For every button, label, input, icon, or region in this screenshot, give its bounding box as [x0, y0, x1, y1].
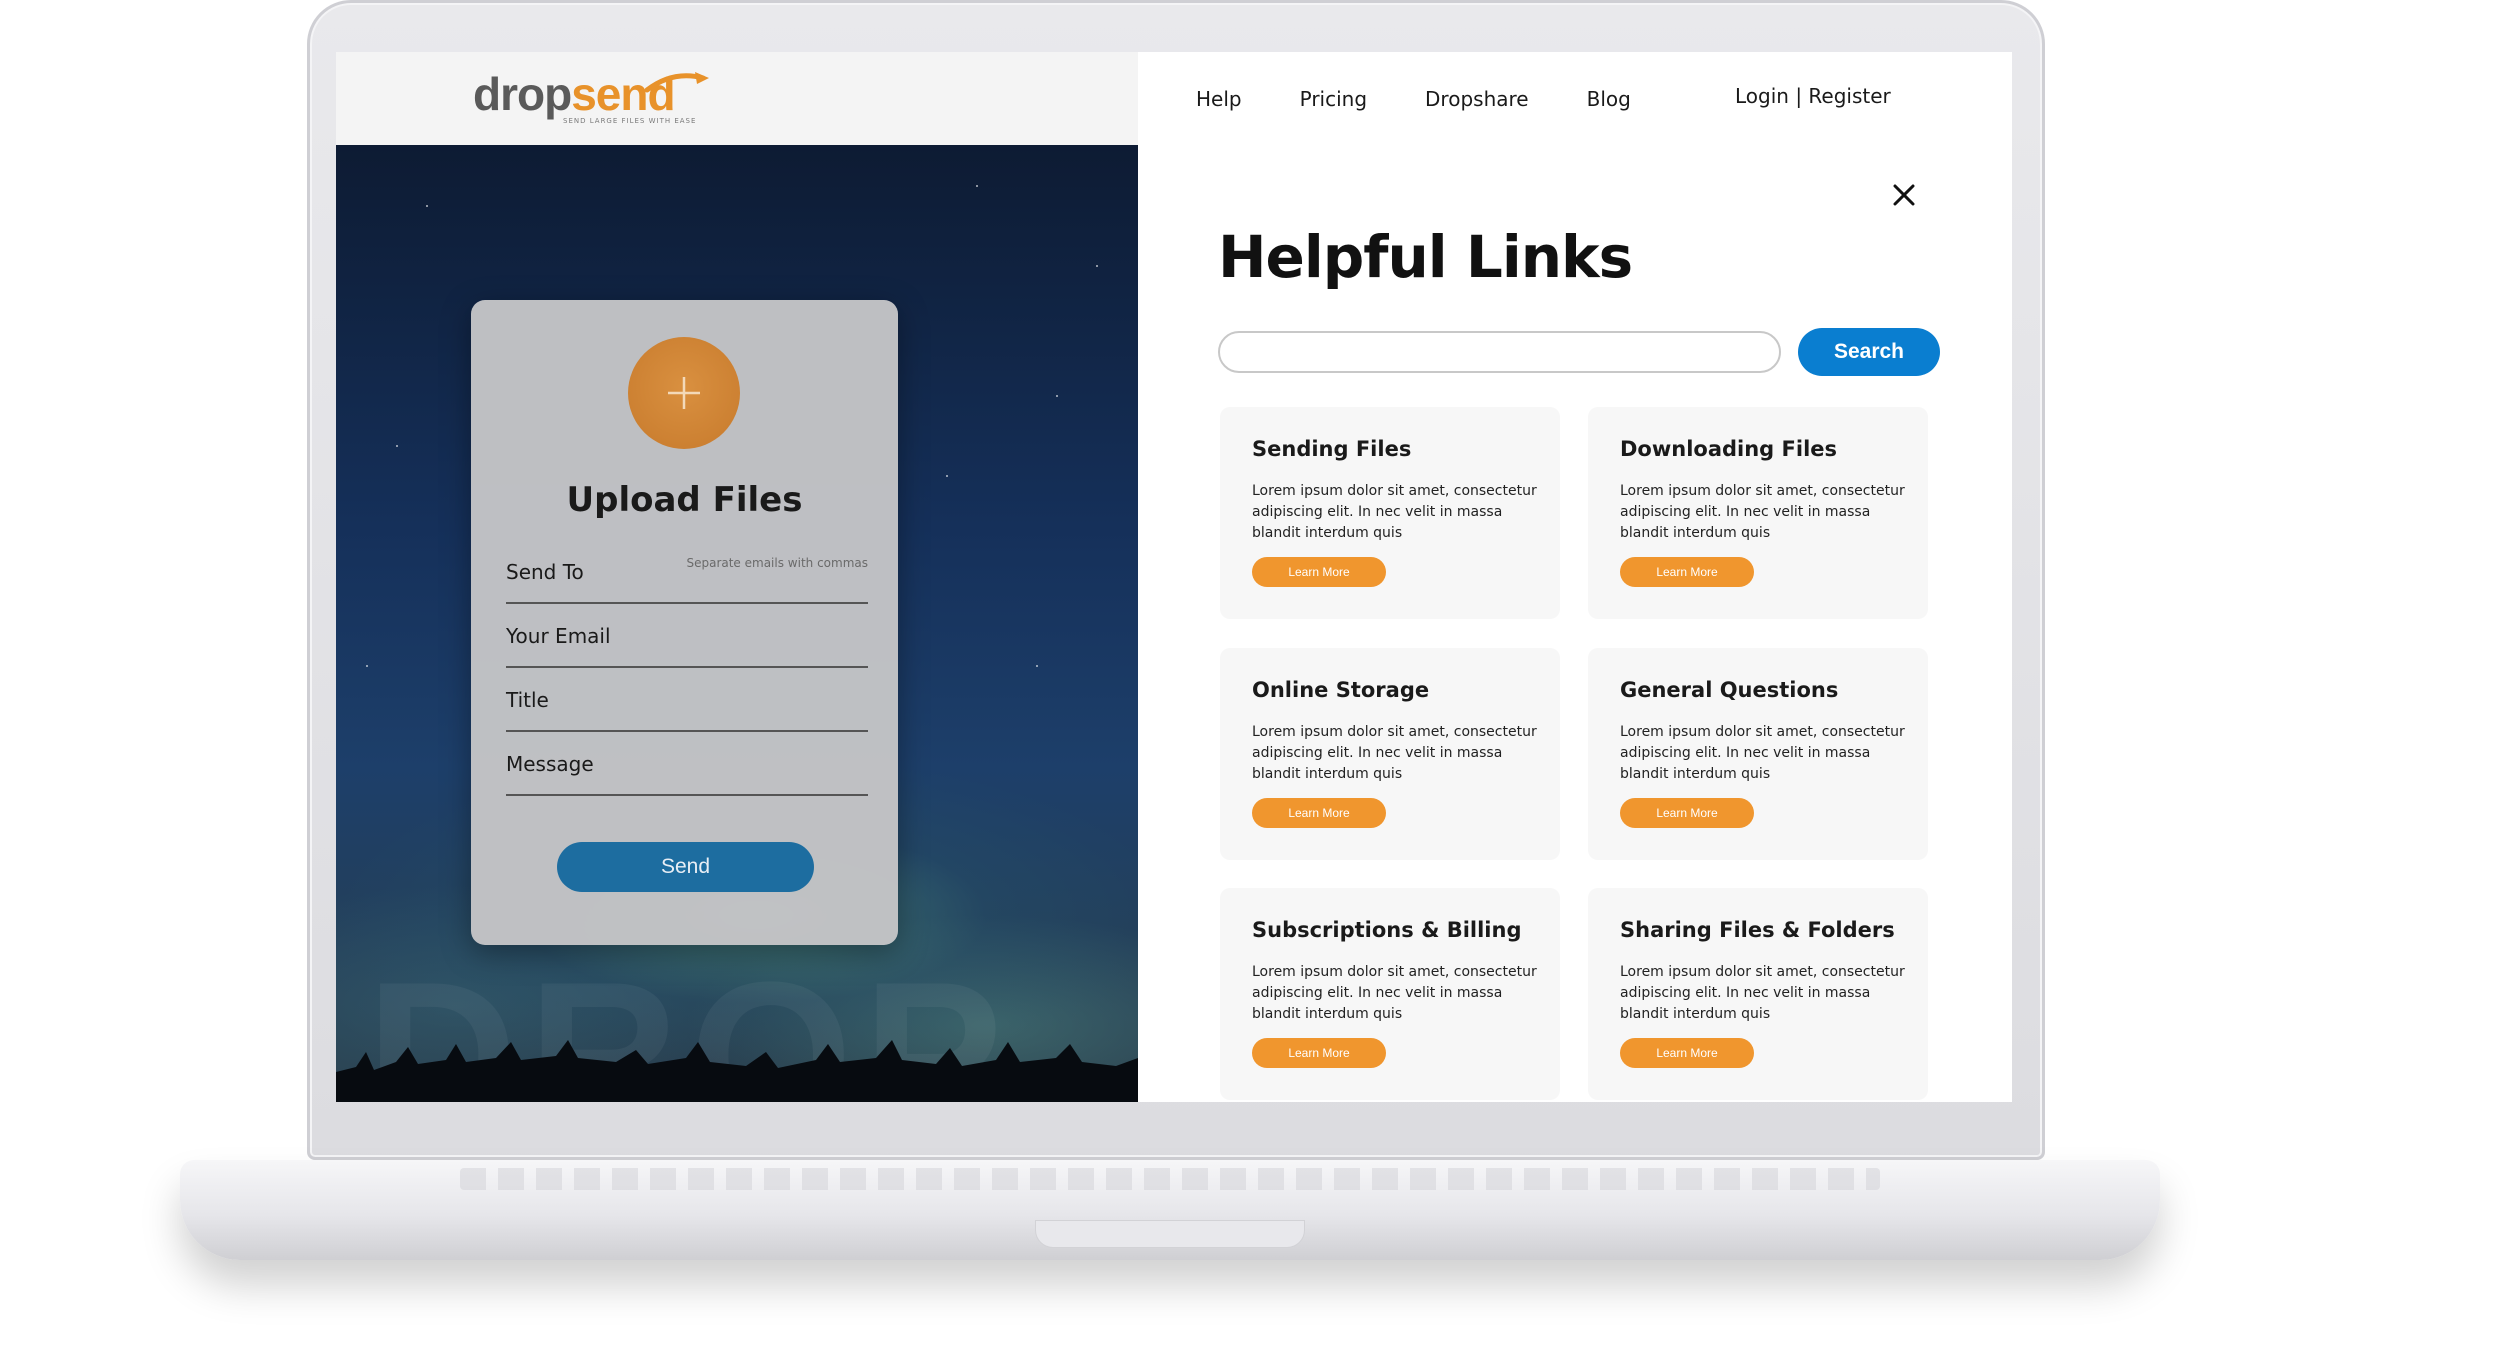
message-field[interactable]: Message: [506, 732, 868, 796]
card-title: Sending Files: [1252, 437, 1412, 461]
send-to-label: Send To: [506, 560, 584, 584]
main-nav: Help Pricing Dropshare Blog: [1196, 52, 1689, 145]
add-file-button[interactable]: [628, 337, 740, 449]
login-register-link[interactable]: Login | Register: [1735, 84, 1891, 108]
nav-pricing[interactable]: Pricing: [1300, 87, 1367, 111]
hero-background: DROP Upload Files Send To Separate email…: [336, 145, 1138, 1102]
card-title: Online Storage: [1252, 678, 1430, 702]
star: [366, 665, 368, 667]
card-subscriptions-billing: Subscriptions & Billing Lorem ipsum dolo…: [1220, 888, 1560, 1100]
search-input[interactable]: [1218, 331, 1781, 373]
plus-icon: [668, 377, 700, 409]
card-body: Lorem ipsum dolor sit amet, consectetur …: [1620, 724, 1905, 782]
helpful-links-panel: Helpful Links Search Sending Files Lorem…: [1138, 145, 2012, 1102]
helpful-links-title: Helpful Links: [1218, 223, 1633, 291]
star: [1036, 665, 1038, 667]
card-title: Subscriptions & Billing: [1252, 918, 1522, 942]
nav-help[interactable]: Help: [1196, 87, 1242, 111]
card-title: Sharing Files & Folders: [1620, 918, 1895, 942]
nav-blog[interactable]: Blog: [1587, 87, 1631, 111]
send-to-field[interactable]: Send To Separate emails with commas: [506, 540, 868, 604]
star: [976, 185, 978, 187]
star: [946, 475, 948, 477]
card-title: Downloading Files: [1620, 437, 1838, 461]
logo-swoosh-icon: [644, 72, 709, 93]
keyboard: [460, 1168, 1880, 1190]
card-sending-files: Sending Files Lorem ipsum dolor sit amet…: [1220, 407, 1560, 619]
card-body: Lorem ipsum dolor sit amet, consectetur …: [1252, 724, 1537, 782]
send-button[interactable]: Send: [557, 842, 814, 892]
message-label: Message: [506, 752, 594, 776]
learn-more-button[interactable]: Learn More: [1620, 798, 1754, 828]
laptop-notch: [1035, 1220, 1305, 1248]
nav-dropshare[interactable]: Dropshare: [1425, 87, 1529, 111]
upload-files-card: Upload Files Send To Separate emails wit…: [471, 300, 898, 945]
card-general-questions: General Questions Lorem ipsum dolor sit …: [1588, 648, 1928, 860]
card-sharing-files-folders: Sharing Files & Folders Lorem ipsum dolo…: [1588, 888, 1928, 1100]
upload-title: Upload Files: [566, 480, 803, 520]
site-header: dropsend SEND LARGE FILES WITH EASE Help…: [336, 52, 2012, 145]
title-label: Title: [506, 688, 549, 712]
card-online-storage: Online Storage Lorem ipsum dolor sit ame…: [1220, 648, 1560, 860]
send-to-hint: Separate emails with commas: [686, 556, 868, 570]
card-body: Lorem ipsum dolor sit amet, consectetur …: [1620, 964, 1905, 1022]
logo-tagline: SEND LARGE FILES WITH EASE: [563, 117, 697, 125]
dropsend-logo[interactable]: dropsend SEND LARGE FILES WITH EASE: [473, 68, 713, 128]
your-email-field[interactable]: Your Email: [506, 604, 868, 668]
logo-drop-text: drop: [473, 68, 572, 120]
star: [396, 445, 398, 447]
laptop-screen: dropsend SEND LARGE FILES WITH EASE Help…: [336, 52, 2012, 1102]
card-body: Lorem ipsum dolor sit amet, consectetur …: [1620, 483, 1905, 541]
close-icon[interactable]: [1890, 181, 1918, 209]
learn-more-button[interactable]: Learn More: [1252, 798, 1386, 828]
star: [1096, 265, 1098, 267]
search-button[interactable]: Search: [1798, 328, 1940, 376]
title-field[interactable]: Title: [506, 668, 868, 732]
card-title: General Questions: [1620, 678, 1839, 702]
your-email-label: Your Email: [506, 624, 611, 648]
header-logo-area: [336, 52, 1138, 145]
star: [1056, 395, 1058, 397]
learn-more-button[interactable]: Learn More: [1620, 557, 1754, 587]
learn-more-button[interactable]: Learn More: [1252, 557, 1386, 587]
card-body: Lorem ipsum dolor sit amet, consectetur …: [1252, 483, 1537, 541]
learn-more-button[interactable]: Learn More: [1620, 1038, 1754, 1068]
card-body: Lorem ipsum dolor sit amet, consectetur …: [1252, 964, 1537, 1022]
card-downloading-files: Downloading Files Lorem ipsum dolor sit …: [1588, 407, 1928, 619]
star: [426, 205, 428, 207]
treeline-silhouette: [336, 1040, 1138, 1102]
learn-more-button[interactable]: Learn More: [1252, 1038, 1386, 1068]
